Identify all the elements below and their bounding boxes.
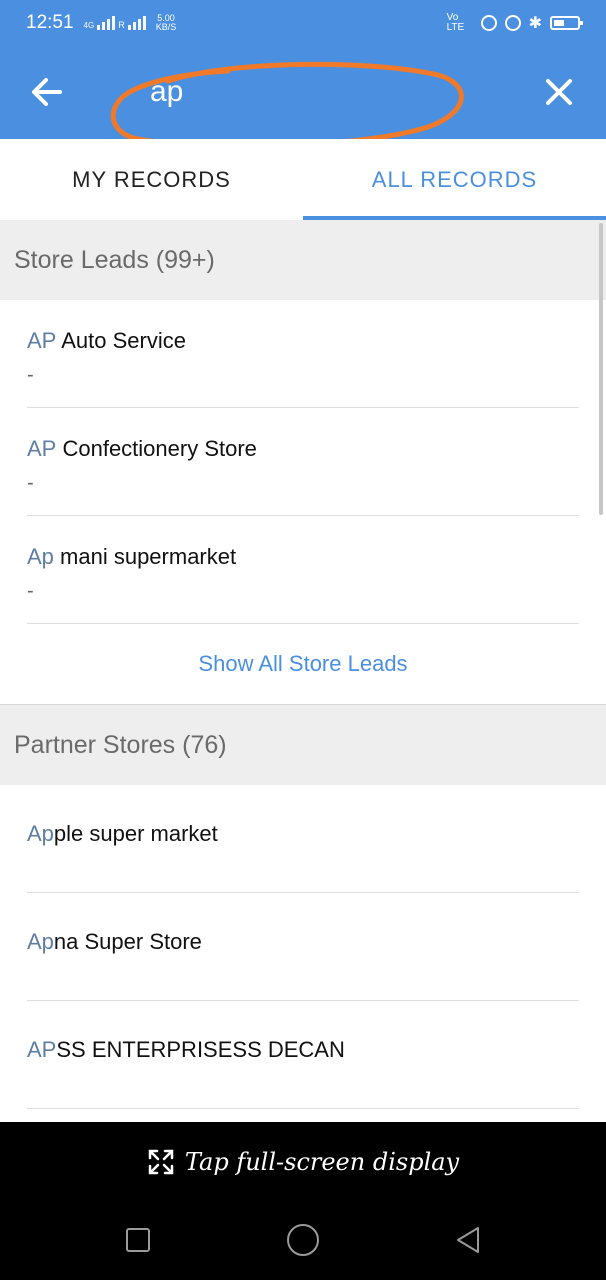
status-time: 12:51 (26, 11, 74, 33)
arrow-left-icon (32, 78, 62, 106)
item-title: Confectionery Store (56, 436, 257, 461)
search-results: Store Leads (99+) AP Auto Service - AP C… (0, 220, 606, 1122)
list-item[interactable]: Apna Super Store (27, 893, 579, 1001)
match-highlight: Ap (27, 544, 54, 569)
lock-rotation-icon (480, 14, 497, 31)
match-highlight: AP (27, 328, 57, 353)
network-speed: 5.00 KB/S (155, 12, 177, 32)
item-title: SS ENTERPRISESS DECAN (56, 1037, 345, 1062)
full-screen-prompt[interactable]: Tap full-screen display (0, 1122, 606, 1202)
tab-my-records[interactable]: MY RECORDS (0, 139, 303, 220)
triangle-back-icon (457, 1227, 479, 1253)
alarm-icon (504, 14, 521, 31)
scrollbar[interactable] (599, 223, 603, 515)
signal-icon: 4G R (83, 15, 146, 30)
back-button[interactable] (22, 69, 72, 115)
match-highlight: Ap (27, 929, 54, 954)
home-button[interactable] (287, 1224, 319, 1256)
list-item[interactable]: Apple super market (27, 785, 579, 893)
search-app-bar: ap (0, 45, 606, 149)
status-bar: 12:51 4G R 5.00 KB/S Vo LTE ✱ (0, 0, 606, 45)
item-subtitle: - (27, 364, 34, 386)
network-type: 4G (83, 20, 95, 30)
list-item[interactable]: APSS ENTERPRISESS DECAN (27, 1001, 579, 1109)
tab-all-records[interactable]: ALL RECORDS (303, 139, 606, 220)
search-input[interactable]: ap (150, 75, 183, 109)
partner-stores-header: Partner Stores (76) (0, 705, 606, 785)
store-leads-header: Store Leads (99+) (0, 220, 606, 300)
nav-back-button[interactable] (452, 1224, 484, 1256)
battery-icon (550, 15, 583, 30)
item-title: mani supermarket (53, 544, 237, 569)
show-all-store-leads-link[interactable]: Show All Store Leads (0, 624, 606, 705)
volte-icon: Vo LTE (446, 11, 465, 33)
recent-apps-button[interactable] (126, 1228, 150, 1252)
list-item[interactable]: AP Auto Service - (27, 300, 579, 408)
match-highlight: AP (27, 436, 57, 461)
fullscreen-icon (148, 1149, 174, 1175)
match-highlight: AP (27, 1037, 57, 1062)
clear-search-button[interactable] (536, 69, 582, 115)
close-icon (546, 79, 572, 105)
item-title: Auto Service (56, 328, 186, 353)
item-subtitle: - (27, 580, 34, 602)
full-screen-text: Tap full-screen display (184, 1148, 460, 1176)
records-tabs: MY RECORDS ALL RECORDS (0, 139, 606, 220)
list-item[interactable]: Ap mani supermarket - (27, 516, 579, 624)
match-highlight: Ap (27, 821, 54, 846)
item-title: na Super Store (53, 929, 202, 954)
bluetooth-icon: ✱ (528, 14, 542, 32)
system-nav-bar (0, 1202, 606, 1280)
item-title: ple super market (53, 821, 218, 846)
item-subtitle: - (27, 472, 34, 494)
list-item[interactable]: AP Confectionery Store - (27, 408, 579, 516)
